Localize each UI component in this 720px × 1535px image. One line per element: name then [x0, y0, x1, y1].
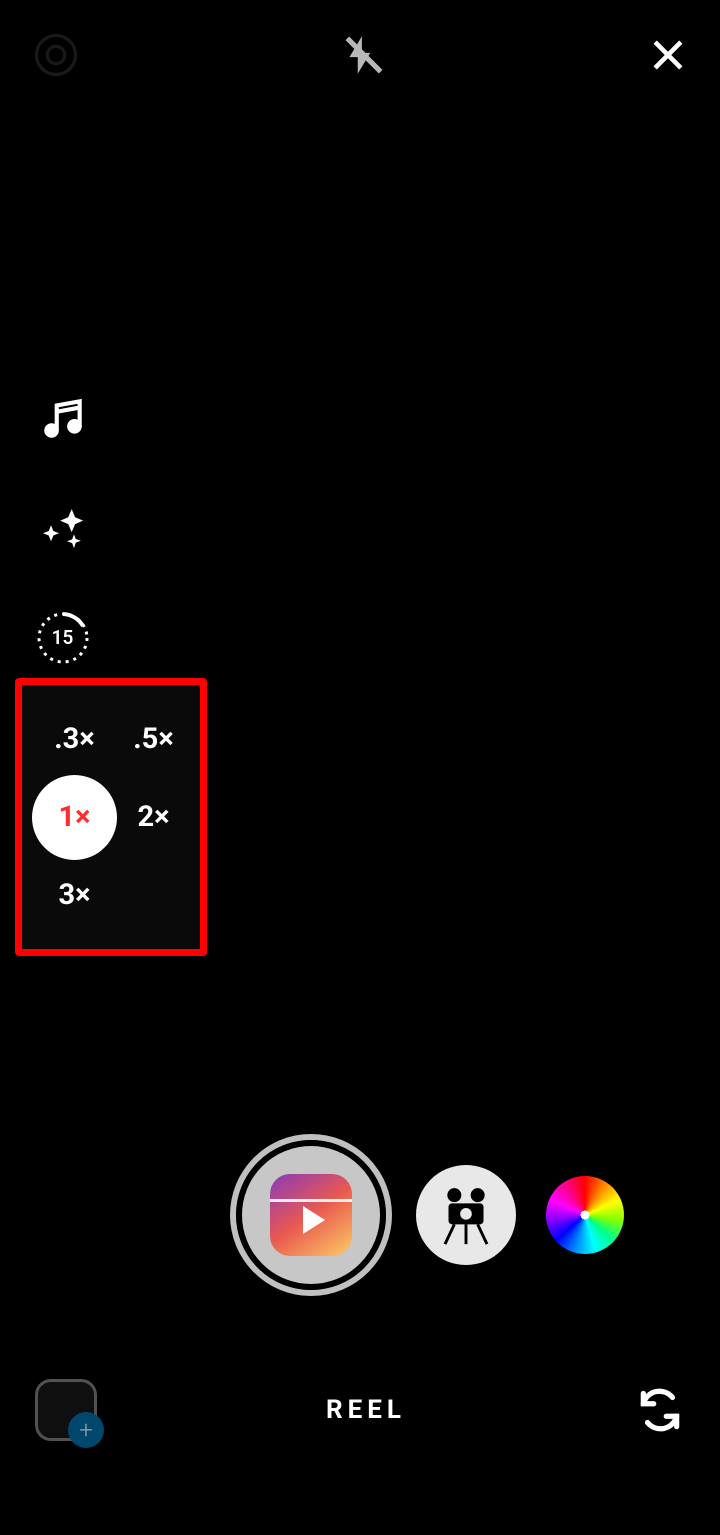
rainbow-icon — [546, 1176, 624, 1254]
side-tools: 15 — [35, 390, 90, 665]
effect-rainbow[interactable] — [546, 1176, 624, 1254]
close-icon[interactable] — [646, 33, 690, 77]
settings-icon[interactable] — [30, 29, 82, 81]
speed-0-3x[interactable]: .3× — [54, 722, 94, 756]
bottom-bar: + REEL — [0, 1285, 720, 1535]
speed-2x[interactable]: 2× — [137, 800, 169, 834]
switch-camera-icon[interactable] — [635, 1385, 685, 1435]
speed-selector: .3× .5× 1× 2× 3× — [15, 678, 207, 956]
speed-0-5x[interactable]: .5× — [133, 722, 173, 756]
record-button[interactable] — [236, 1140, 386, 1290]
duration-button[interactable]: 15 — [35, 610, 90, 665]
reels-icon — [270, 1174, 352, 1256]
sparkle-icon[interactable] — [35, 500, 90, 555]
effect-row — [0, 1140, 720, 1290]
speed-1x[interactable]: 1× — [32, 775, 117, 860]
gallery-button[interactable]: + — [35, 1379, 97, 1441]
speed-3x[interactable]: 3× — [58, 878, 90, 912]
music-icon[interactable] — [35, 390, 90, 445]
mode-label[interactable]: REEL — [326, 1395, 406, 1425]
plus-icon: + — [68, 1412, 104, 1448]
play-icon — [303, 1206, 325, 1234]
top-bar — [0, 0, 720, 110]
effect-camera[interactable] — [416, 1165, 516, 1265]
flash-off-icon[interactable] — [339, 30, 389, 80]
